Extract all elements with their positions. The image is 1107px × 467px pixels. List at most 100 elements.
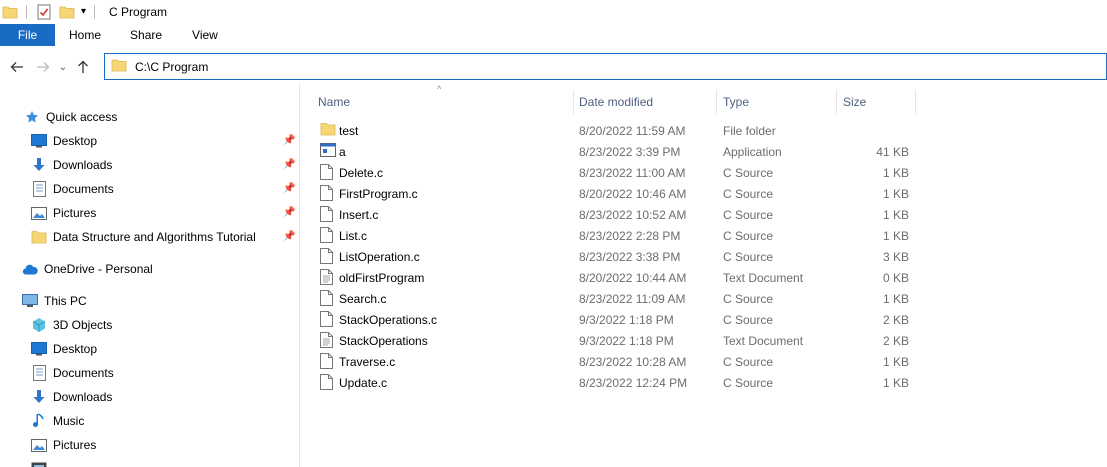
- file-row[interactable]: Update.c 8/23/2022 12:24 PM C Source 1 KB: [316, 372, 916, 393]
- nav-qa-downloads[interactable]: Downloads: [31, 154, 112, 176]
- nav-qa-pictures[interactable]: Pictures: [31, 202, 96, 224]
- nav-pc-3d-objects[interactable]: 3D Objects: [31, 314, 112, 336]
- file-row[interactable]: StackOperations.c 9/3/2022 1:18 PM C Sourc…: [316, 309, 916, 330]
- file-name: Update.c: [339, 375, 388, 390]
- pin-icon[interactable]: 📌: [283, 231, 295, 242]
- recent-locations-chevron-icon[interactable]: ⌄: [56, 56, 70, 78]
- folder-icon: [111, 57, 127, 76]
- file-size: 1 KB: [882, 165, 909, 180]
- file-icon: [320, 290, 336, 307]
- address-path: C:\C Program: [135, 59, 209, 74]
- file-date-modified: 8/23/2022 10:28 AM: [579, 354, 687, 369]
- file-name: List.c: [339, 228, 368, 243]
- file-type: C Source: [723, 375, 774, 390]
- column-separator[interactable]: [915, 90, 916, 114]
- file-size: 1 KB: [882, 228, 909, 243]
- file-size: 1 KB: [882, 207, 909, 222]
- file-row[interactable]: a 8/23/2022 3:39 PM Application 41 KB: [316, 141, 916, 162]
- forward-arrow-icon[interactable]: [32, 56, 54, 78]
- nav-label: Documents: [53, 366, 114, 380]
- file-row[interactable]: FirstProgram.c 8/20/2022 10:46 AM C Source…: [316, 183, 916, 204]
- file-name: Traverse.c: [339, 354, 396, 369]
- ribbon-tabs: File Home Share View: [0, 24, 1107, 46]
- file-icon: [320, 185, 336, 202]
- cloud-icon: [22, 261, 38, 277]
- address-bar[interactable]: C:\C Program: [104, 53, 1107, 80]
- file-row[interactable]: Search.c 8/23/2022 11:09 AM C Source 1 KB: [316, 288, 916, 309]
- file-date-modified: 8/23/2022 3:39 PM: [579, 144, 681, 159]
- pictures-icon: [31, 205, 47, 221]
- file-type: File folder: [723, 123, 776, 138]
- file-row[interactable]: Insert.c 8/23/2022 10:52 AM C Source 1 KB: [316, 204, 916, 225]
- navigation-pane: Quick access Desktop 📌 Downloads 📌 Docum…: [0, 84, 300, 467]
- nav-pc-documents[interactable]: Documents: [31, 362, 114, 384]
- file-row[interactable]: oldFirstProgram 8/20/2022 10:44 AM Text Do…: [316, 267, 916, 288]
- nav-pc-pictures[interactable]: Pictures: [31, 434, 96, 456]
- downloads-icon: [31, 157, 47, 173]
- pin-icon[interactable]: 📌: [283, 183, 295, 194]
- pin-icon[interactable]: 📌: [283, 135, 295, 146]
- file-list: ^ Name Date modified Type Size test 8/20/…: [300, 84, 1107, 467]
- file-date-modified: 8/23/2022 2:28 PM: [579, 228, 681, 243]
- column-header-type[interactable]: Type: [717, 90, 836, 114]
- file-row[interactable]: List.c 8/23/2022 2:28 PM C Source 1 KB: [316, 225, 916, 246]
- nav-label: Data Structure and Algorithms Tutorial: [53, 230, 256, 244]
- file-name: test: [339, 123, 359, 138]
- nav-qa-documents[interactable]: Documents: [31, 178, 114, 200]
- file-row[interactable]: Traverse.c 8/23/2022 10:28 AM C Source 1 KB: [316, 351, 916, 372]
- file-date-modified: 8/20/2022 10:46 AM: [579, 186, 687, 201]
- pin-icon[interactable]: 📌: [283, 159, 295, 170]
- nav-pc-partial-item[interactable]: [31, 458, 53, 467]
- column-header-size[interactable]: Size: [837, 90, 915, 114]
- desktop-icon: [31, 133, 47, 149]
- folder-icon: [320, 122, 336, 139]
- file-row[interactable]: StackOperations 9/3/2022 1:18 PM Text Docu…: [316, 330, 916, 351]
- file-date-modified: 9/3/2022 1:18 PM: [579, 333, 674, 348]
- nav-pc-desktop[interactable]: Desktop: [31, 338, 97, 360]
- nav-this-pc[interactable]: This PC: [22, 290, 87, 312]
- up-arrow-icon[interactable]: [72, 56, 94, 78]
- computer-icon: [22, 293, 38, 309]
- properties-icon[interactable]: [37, 4, 51, 20]
- title-separator: [94, 5, 96, 19]
- file-name: Insert.c: [339, 207, 379, 222]
- pictures-icon: [31, 437, 47, 453]
- file-type: Application: [723, 144, 782, 159]
- file-size: 2 KB: [882, 312, 909, 327]
- nav-qa-dsa-tutorial[interactable]: Data Structure and Algorithms Tutorial: [31, 226, 256, 248]
- nav-quick-access[interactable]: Quick access: [24, 106, 117, 128]
- file-type: C Source: [723, 186, 774, 201]
- customize-quick-access-icon[interactable]: ▾: [81, 4, 86, 20]
- tab-share[interactable]: Share: [115, 24, 177, 46]
- file-row[interactable]: ListOperation.c 8/23/2022 3:38 PM C Source…: [316, 246, 916, 267]
- file-icon: [320, 374, 336, 391]
- tab-home[interactable]: Home: [55, 24, 115, 46]
- nav-pc-music[interactable]: Music: [31, 410, 84, 432]
- file-row[interactable]: Delete.c 8/23/2022 11:00 AM C Source 1 KB: [316, 162, 916, 183]
- nav-pc-downloads[interactable]: Downloads: [31, 386, 112, 408]
- title-bar: ▾ C Program: [0, 0, 1107, 24]
- navigation-row: ⌄ C:\C Program: [0, 50, 1107, 84]
- column-header-date-modified[interactable]: Date modified: [573, 90, 716, 114]
- file-name: ListOperation.c: [339, 249, 420, 264]
- nav-label: Music: [53, 414, 85, 428]
- window-title: C Program: [109, 5, 168, 19]
- tab-file[interactable]: File: [0, 24, 55, 46]
- file-type: C Source: [723, 291, 774, 306]
- pin-icon[interactable]: 📌: [283, 207, 295, 218]
- file-name: StackOperations.c: [339, 312, 438, 327]
- nav-label: This PC: [44, 294, 87, 308]
- nav-label: Downloads: [53, 158, 113, 172]
- file-icon: [320, 206, 336, 223]
- file-size: 2 KB: [882, 333, 909, 348]
- column-header-name[interactable]: Name: [312, 90, 572, 114]
- nav-onedrive[interactable]: OneDrive - Personal: [22, 258, 153, 280]
- nav-label: 3D Objects: [53, 318, 113, 332]
- back-arrow-icon[interactable]: [6, 56, 28, 78]
- nav-qa-desktop[interactable]: Desktop: [31, 130, 97, 152]
- file-size: 1 KB: [882, 186, 909, 201]
- file-size: 1 KB: [882, 291, 909, 306]
- new-folder-icon[interactable]: [59, 4, 75, 20]
- file-row[interactable]: test 8/20/2022 11:59 AM File folder: [316, 120, 916, 141]
- tab-view[interactable]: View: [177, 24, 233, 46]
